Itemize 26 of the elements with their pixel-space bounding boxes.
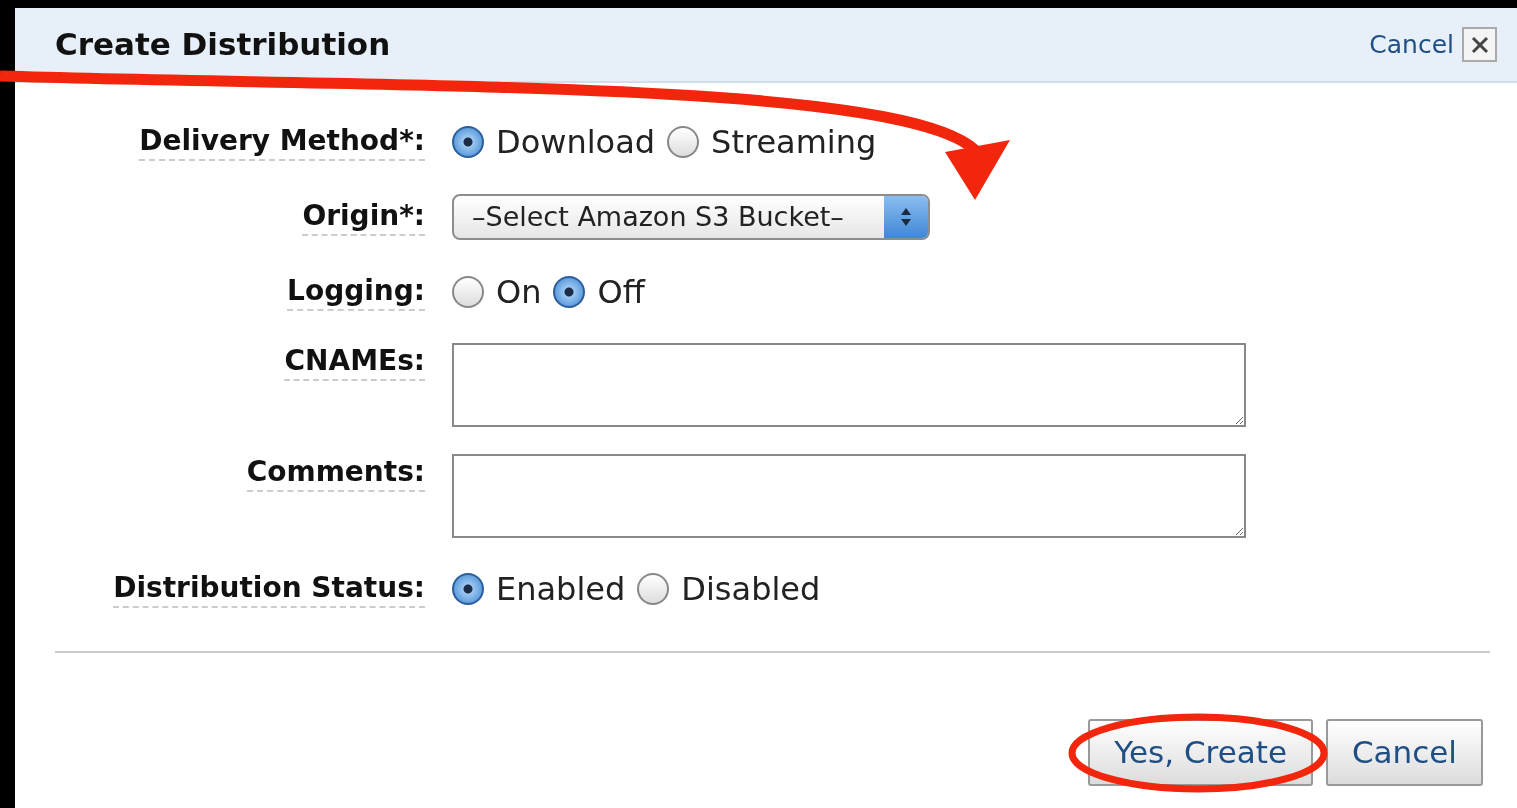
- field-label: Origin*:: [302, 197, 425, 237]
- close-button[interactable]: [1462, 27, 1497, 62]
- option-label: On: [496, 272, 542, 313]
- option-label: Disabled: [681, 569, 821, 610]
- cancel-link[interactable]: Cancel: [1369, 25, 1454, 64]
- text-area[interactable]: [452, 454, 1246, 538]
- option-label: Off: [597, 272, 645, 313]
- radio-button[interactable]: [452, 276, 484, 308]
- field-label: CNAMEs:: [284, 343, 425, 382]
- close-icon: [1469, 34, 1490, 55]
- radio-button[interactable]: [452, 573, 484, 605]
- field-label: Comments:: [246, 454, 425, 493]
- radio-button[interactable]: [667, 126, 700, 158]
- text-area[interactable]: [452, 343, 1246, 427]
- option-label: Enabled: [496, 569, 626, 610]
- option-label: Download: [496, 122, 656, 163]
- bucket-select[interactable]: –Select Amazon S3 Bucket–: [452, 194, 930, 240]
- option-label: Streaming: [711, 122, 877, 163]
- field-label: Logging:: [287, 272, 425, 312]
- field-label: Distribution Status:: [113, 569, 425, 609]
- field-label: Delivery Method*:: [139, 122, 425, 162]
- dialog-title: Create Distribution: [55, 25, 391, 65]
- radio-button[interactable]: [553, 276, 586, 308]
- radio-button[interactable]: [637, 573, 670, 605]
- radio-button[interactable]: [452, 126, 484, 158]
- cancel-button[interactable]: Cancel: [1325, 719, 1483, 786]
